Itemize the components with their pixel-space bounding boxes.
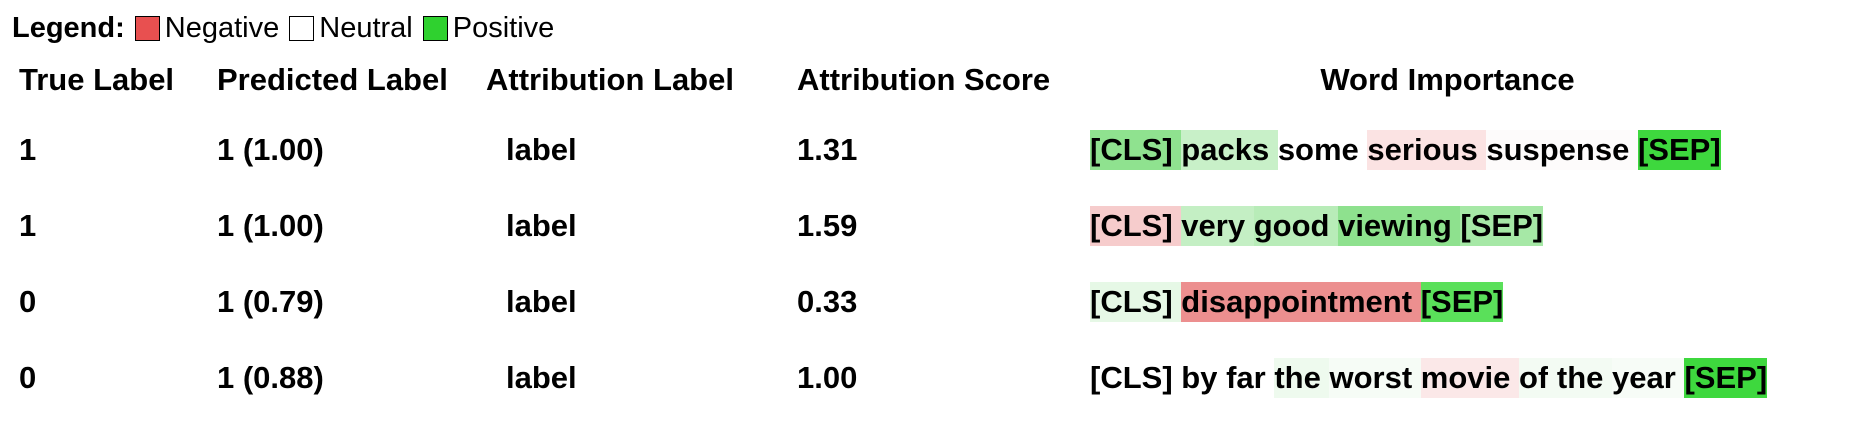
header-attribution-score: Attribution Score (797, 62, 1051, 97)
table-row: 1 1 (1.00) label 1.59 [CLS] very good viewin… (0, 188, 1805, 264)
word-token: [CLS] (1090, 282, 1173, 322)
token-space (1548, 358, 1557, 398)
word-token: [SEP] (1460, 206, 1544, 246)
true-label-cell: 1 (19, 132, 37, 167)
word-token: some (1277, 130, 1359, 170)
word-token: year (1612, 358, 1676, 398)
predicted-label-cell: 1 (1.00) (217, 208, 324, 243)
token-space (1265, 358, 1275, 398)
attribution-score-cell: 1.00 (797, 360, 858, 395)
predicted-label-cell: 1 (0.88) (217, 360, 324, 395)
word-token: packs (1181, 130, 1270, 170)
token-space (1172, 206, 1182, 246)
legend-title: Legend: (12, 12, 125, 44)
legend-swatch-neutral (289, 16, 315, 41)
word-token: [CLS] (1090, 206, 1173, 246)
attribution-label-cell: label (506, 284, 577, 319)
word-token: [SEP] (1684, 358, 1768, 398)
word-importance-cell: [CLS] by far the worst movie of the year… (1090, 340, 1805, 416)
word-token: disappointment (1181, 282, 1413, 322)
word-token: [CLS] (1090, 358, 1173, 398)
header-predicted-label: Predicted Label (217, 62, 448, 97)
legend: Legend: Negative Neutral Positive (12, 12, 564, 45)
word-token: [SEP] (1420, 282, 1504, 322)
header-word-importance: Word Importance (1320, 62, 1575, 97)
true-label-cell: 1 (19, 208, 37, 243)
header-true-label: True Label (19, 62, 175, 97)
table-row: 1 1 (1.00) label 1.31 [CLS] packs some serio… (0, 112, 1805, 188)
legend-label-positive: Positive (452, 12, 555, 44)
token-space (1510, 358, 1520, 398)
word-token: worst (1329, 358, 1413, 398)
word-token: serious (1367, 130, 1478, 170)
attribution-label-cell: label (506, 132, 577, 167)
token-space (1217, 358, 1227, 398)
token-space (1629, 130, 1638, 170)
word-token: by (1181, 358, 1218, 398)
word-token: of (1519, 358, 1549, 398)
word-token: very (1181, 206, 1246, 246)
attribution-label-cell: label (506, 208, 577, 243)
predicted-label-cell: 1 (0.79) (217, 284, 324, 319)
attribution-score-cell: 1.59 (797, 208, 858, 243)
token-space (1358, 130, 1368, 170)
attribution-score-cell: 1.31 (797, 132, 858, 167)
word-token: movie (1420, 358, 1511, 398)
word-importance-cell: [CLS] packs some serious suspense [SEP] (1090, 112, 1805, 188)
header-row: True Label Predicted Label Attribution L… (0, 58, 1805, 112)
word-importance-cell: [CLS] disappointment [SEP] (1090, 264, 1805, 340)
table-row: 0 1 (0.79) label 0.33 [CLS] disappointment [… (0, 264, 1805, 340)
word-token: [SEP] (1637, 130, 1721, 170)
word-token: the (1274, 358, 1321, 398)
word-importance-cell: [CLS] very good viewing [SEP] (1090, 188, 1805, 264)
attribution-table: True Label Predicted Label Attribution L… (0, 58, 1805, 416)
predicted-label-cell: 1 (1.00) (217, 132, 324, 167)
word-token: viewing (1338, 206, 1452, 246)
word-token: the (1556, 358, 1604, 398)
token-space (1172, 130, 1182, 170)
token-space (1329, 206, 1339, 246)
word-token: good (1253, 206, 1330, 246)
word-token: [CLS] (1090, 130, 1173, 170)
attribution-label-cell: label (506, 360, 577, 395)
legend-swatch-negative (134, 16, 160, 41)
true-label-cell: 0 (19, 284, 37, 319)
word-token: far (1226, 358, 1266, 398)
token-space (1269, 130, 1278, 170)
token-space (1245, 206, 1254, 246)
true-label-cell: 0 (19, 360, 37, 395)
token-space (1675, 358, 1685, 398)
word-token: suspense (1486, 130, 1630, 170)
token-space (1412, 358, 1421, 398)
token-space (1172, 358, 1182, 398)
attribution-score-cell: 0.33 (797, 284, 858, 319)
token-space (1412, 282, 1421, 322)
legend-label-negative: Negative (164, 12, 280, 44)
token-space (1603, 358, 1613, 398)
token-space (1477, 130, 1487, 170)
legend-swatch-positive (422, 16, 448, 41)
token-space (1172, 282, 1182, 322)
token-space (1451, 206, 1461, 246)
table-row: 0 1 (0.88) label 1.00 [CLS] by far the worst… (0, 340, 1805, 416)
header-attribution-label: Attribution Label (486, 62, 734, 97)
legend-label-neutral: Neutral (319, 12, 413, 44)
